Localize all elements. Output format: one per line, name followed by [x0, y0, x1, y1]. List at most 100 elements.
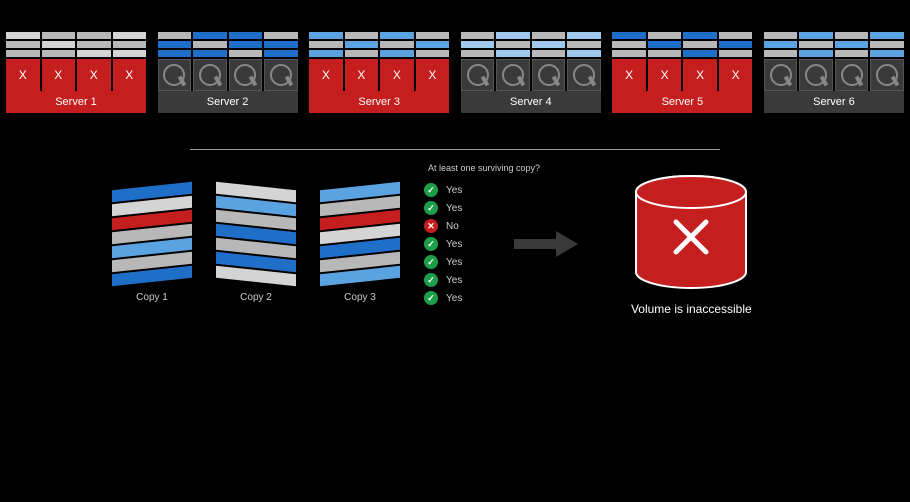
check-ok-icon: ✓ [424, 273, 438, 287]
drive-ok [870, 59, 904, 91]
data-block [113, 32, 147, 39]
data-block [799, 41, 833, 48]
data-block [764, 50, 798, 57]
server-label: Server 4 [461, 91, 601, 113]
data-block [461, 50, 495, 57]
server-5: XXXXServer 5 [612, 32, 752, 113]
data-block [264, 32, 298, 39]
check-ok-icon: ✓ [424, 201, 438, 215]
volume-cylinder-icon [626, 172, 756, 292]
check-column: At least one surviving copy? ✓Yes✓Yes✕No… [424, 183, 462, 305]
check-ok-icon: ✓ [424, 237, 438, 251]
drive-failed: X [6, 59, 40, 91]
data-block [264, 41, 298, 48]
data-block [683, 32, 717, 39]
data-block [496, 32, 530, 39]
check-ok-icon: ✓ [424, 291, 438, 305]
drive-failed: X [42, 59, 76, 91]
data-block [416, 32, 450, 39]
data-block [77, 41, 111, 48]
data-block [532, 50, 566, 57]
check-fail-icon: ✕ [424, 219, 438, 233]
data-block [870, 50, 904, 57]
data-block [870, 32, 904, 39]
data-block [416, 41, 450, 48]
check-label: No [446, 221, 459, 232]
check-label: Yes [446, 239, 462, 250]
check-ok-icon: ✓ [424, 183, 438, 197]
data-block [309, 41, 343, 48]
data-block [309, 32, 343, 39]
data-block [719, 32, 753, 39]
data-block [158, 41, 192, 48]
drive-failed: X [648, 59, 682, 91]
data-block [158, 50, 192, 57]
volume-label: Volume is inaccessible [626, 302, 756, 316]
data-block [77, 32, 111, 39]
data-block [345, 50, 379, 57]
data-block [567, 50, 601, 57]
copy-label: Copy 2 [240, 292, 272, 303]
check-row: ✓Yes [424, 201, 462, 215]
drive-failed: X [345, 59, 379, 91]
check-label: Yes [446, 257, 462, 268]
drive-failed: X [309, 59, 343, 91]
copy-2: Copy 2 [216, 186, 296, 303]
data-block [612, 32, 646, 39]
server-label: Server 3 [309, 91, 449, 113]
data-block [764, 41, 798, 48]
drive-ok [264, 59, 298, 91]
copy-3: Copy 3 [320, 186, 400, 303]
data-block [193, 32, 227, 39]
server-1: XXXXServer 1 [6, 32, 146, 113]
check-ok-icon: ✓ [424, 255, 438, 269]
drive-ok [158, 59, 192, 91]
data-block [764, 32, 798, 39]
drive-ok [496, 59, 530, 91]
server-row: XXXXServer 1Server 2XXXXServer 3Server 4… [0, 0, 910, 113]
copy-label: Copy 1 [136, 292, 168, 303]
data-block [229, 50, 263, 57]
check-label: Yes [446, 293, 462, 304]
check-row: ✓ Yes [424, 255, 462, 269]
data-block [6, 32, 40, 39]
drive-ok [193, 59, 227, 91]
data-block [380, 50, 414, 57]
data-block [719, 50, 753, 57]
data-block [229, 41, 263, 48]
data-block [648, 41, 682, 48]
data-block [799, 50, 833, 57]
check-row: ✓ Yes [424, 291, 462, 305]
check-row: ✓ Yes [424, 183, 462, 197]
check-label: Yes [446, 185, 462, 196]
server-6: Server 6 [764, 32, 904, 113]
server-label: Server 6 [764, 91, 904, 113]
data-block [835, 41, 869, 48]
data-block [345, 41, 379, 48]
copy-label: Copy 3 [344, 292, 376, 303]
data-block [799, 32, 833, 39]
data-block [567, 41, 601, 48]
data-block [719, 41, 753, 48]
data-block [42, 32, 76, 39]
drive-ok [229, 59, 263, 91]
drive-failed: X [380, 59, 414, 91]
data-block [496, 41, 530, 48]
copy-1: Copy 1 [112, 186, 192, 303]
drive-failed: X [683, 59, 717, 91]
drive-ok [567, 59, 601, 91]
data-block [113, 50, 147, 57]
data-block [113, 41, 147, 48]
data-block [193, 50, 227, 57]
data-block [42, 50, 76, 57]
data-block [532, 41, 566, 48]
copies-group: Copy 1 Copy 2 Copy 3 [112, 186, 400, 303]
data-block [461, 41, 495, 48]
data-block [6, 41, 40, 48]
drive-ok [764, 59, 798, 91]
data-block [380, 32, 414, 39]
data-block [835, 32, 869, 39]
data-block [6, 50, 40, 57]
server-3: XXXXServer 3 [309, 32, 449, 113]
data-block [77, 50, 111, 57]
